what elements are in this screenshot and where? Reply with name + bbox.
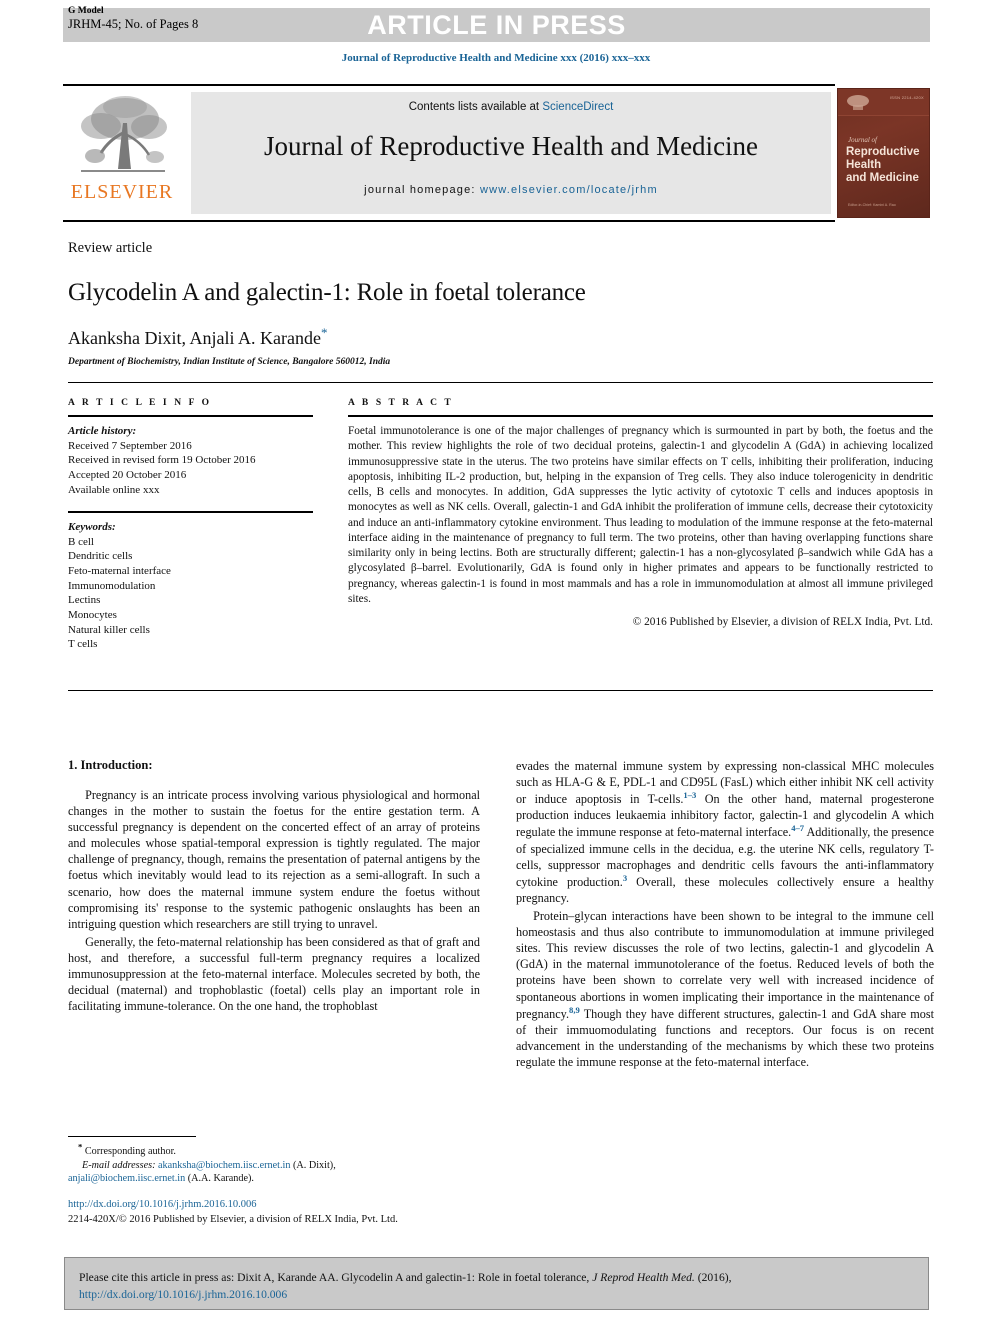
- article-history-label: Article history:: [68, 425, 137, 437]
- keyword-item: Natural killer cells: [68, 623, 150, 636]
- email-owner-1: (A. Dixit),: [290, 1159, 336, 1171]
- para-text: Though they have different structures, g…: [516, 1006, 934, 1069]
- body-right-column: evades the maternal immune system by exp…: [516, 758, 934, 1072]
- doi-link[interactable]: http://dx.doi.org/10.1016/j.jrhm.2016.10…: [68, 1198, 498, 1213]
- article-history-block: Article history: Received 7 September 20…: [68, 424, 313, 497]
- article-page: ARTICLE IN PRESS G Model JRHM-45; No. of…: [0, 0, 992, 1323]
- g-model-label: G Model: [68, 6, 104, 16]
- footnote-text: * Corresponding author. E-mail addresses…: [68, 1142, 480, 1186]
- abstract-bottom-rule: [68, 690, 933, 691]
- sciencedirect-link[interactable]: ScienceDirect: [542, 101, 613, 113]
- paragraph: Pregnancy is an intricate process involv…: [68, 788, 480, 931]
- journal-masthead: ELSEVIER Contents lists available at Sci…: [63, 84, 930, 222]
- issn-copyright-line: 2214-420X/© 2016 Published by Elsevier, …: [68, 1213, 398, 1225]
- citation-journal-abbrev: J Reprod Health Med.: [592, 1271, 695, 1284]
- cover-issn: ISSN 2214-420X: [889, 95, 924, 100]
- keyword-item: B cell: [68, 535, 94, 548]
- cover-title-line1: Reproductive Health: [846, 146, 920, 172]
- corresponding-author-note: Corresponding author.: [84, 1146, 176, 1158]
- contents-prefix: Contents lists available at: [408, 101, 543, 113]
- email-owner-2: (A.A. Karande).: [185, 1173, 254, 1185]
- journal-reference-line[interactable]: Journal of Reproductive Health and Medic…: [0, 52, 992, 64]
- article-info-label: A R T I C L E I N F O: [68, 398, 212, 408]
- keyword-item: Dendritic cells: [68, 550, 133, 563]
- cover-journal-of: Journal of: [848, 136, 877, 144]
- journal-cover-thumbnail: ISSN 2214-420X Journal of Reproductive H…: [837, 88, 930, 218]
- homepage-url-link[interactable]: www.elsevier.com/locate/jrhm: [480, 184, 658, 196]
- elsevier-logo: ELSEVIER: [63, 93, 181, 215]
- email-link-1[interactable]: akanksha@biochem.iisc.ernet.in: [158, 1160, 290, 1171]
- body-left-column: 1. Introduction: Pregnancy is an intrica…: [68, 758, 480, 1016]
- author-list: Akanksha Dixit, Anjali A. Karande*: [68, 325, 933, 349]
- masthead-top-rule: [63, 84, 835, 86]
- abstract-column: A B S T R A C T Foetal immunotolerance i…: [348, 398, 933, 628]
- paragraph: Protein–glycan interactions have been sh…: [516, 908, 934, 1070]
- footnote-marker: *: [78, 1142, 83, 1152]
- abstract-rule: [348, 415, 933, 417]
- cover-title: Reproductive Health and Medicine: [846, 146, 929, 186]
- elsevier-wordmark: ELSEVIER: [70, 181, 174, 203]
- history-item: Received 7 September 2016: [68, 439, 192, 452]
- keywords-label: Keywords:: [68, 521, 116, 534]
- affiliation: Department of Biochemistry, Indian Insti…: [68, 357, 391, 367]
- author-names: Akanksha Dixit, Anjali A. Karande: [68, 328, 321, 348]
- masthead-center-panel: Contents lists available at ScienceDirec…: [191, 92, 831, 214]
- masthead-bottom-rule: [63, 220, 835, 222]
- keywords-block: Keywords: B cell Dendritic cells Feto-ma…: [68, 520, 313, 652]
- title-block: Review article Glycodelin A and galectin…: [68, 240, 933, 367]
- history-item: Received in revised form 19 October 2016: [68, 454, 256, 467]
- keywords-rule: [68, 511, 313, 514]
- keyword-item: Feto-maternal interface: [68, 565, 171, 577]
- footnote-block: * Corresponding author. E-mail addresses…: [68, 1136, 480, 1186]
- citation-doi-link[interactable]: http://dx.doi.org/10.1016/j.jrhm.2016.10…: [79, 1288, 287, 1301]
- homepage-label: journal homepage:: [364, 184, 480, 196]
- citation-ref[interactable]: 8,9: [569, 1005, 580, 1015]
- manuscript-id: JRHM-45; No. of Pages 8: [68, 16, 199, 31]
- citation-box: Please cite this article in press as: Di…: [64, 1257, 929, 1310]
- paragraph: evades the maternal immune system by exp…: [516, 758, 934, 906]
- email-addresses-label: E-mail addresses:: [82, 1159, 156, 1171]
- info-section-top-rule: [68, 382, 933, 383]
- doi-block: http://dx.doi.org/10.1016/j.jrhm.2016.10…: [68, 1198, 498, 1227]
- history-item: Accepted 20 October 2016: [68, 468, 187, 481]
- journal-title: Journal of Reproductive Health and Medic…: [263, 131, 759, 161]
- keyword-item: T cells: [68, 638, 98, 651]
- paragraph: Generally, the feto-maternal relationshi…: [68, 934, 480, 1014]
- article-info-column: A R T I C L E I N F O Article history: R…: [68, 398, 313, 652]
- abstract-copyright: © 2016 Published by Elsevier, a division…: [632, 616, 933, 628]
- article-type: Review article: [68, 240, 153, 256]
- abstract-label: A B S T R A C T: [348, 398, 454, 408]
- manuscript-id-block: G Model JRHM-45; No. of Pages 8: [68, 6, 198, 31]
- cover-footer: Editor-in-Chief: Kamini A. Rao: [848, 203, 896, 207]
- article-info-rule: [68, 415, 313, 417]
- footnote-rule: [68, 1136, 196, 1137]
- citation-year: (2016),: [694, 1271, 732, 1284]
- abstract-text: Foetal immunotolerance is one of the maj…: [348, 425, 933, 605]
- section-heading-introduction: 1. Introduction:: [68, 758, 153, 772]
- citation-prefix: Please cite this article in press as: Di…: [79, 1271, 593, 1284]
- corresponding-author-marker[interactable]: *: [321, 325, 328, 340]
- citation-text: Please cite this article in press as: Di…: [79, 1269, 918, 1304]
- keyword-item: Immunomodulation: [68, 579, 156, 592]
- page-title: Glycodelin A and galectin-1: Role in foe…: [68, 279, 586, 306]
- keyword-item: Monocytes: [68, 608, 117, 621]
- keyword-item: Lectins: [68, 594, 101, 607]
- email-link-2[interactable]: anjali@biochem.iisc.ernet.in: [68, 1173, 185, 1184]
- citation-ref[interactable]: 1–3: [683, 790, 696, 800]
- citation-ref[interactable]: 4–7: [791, 823, 804, 833]
- cover-title-line2: and Medicine: [846, 172, 919, 185]
- journal-homepage-line: journal homepage: www.elsevier.com/locat…: [191, 184, 831, 196]
- history-item: Available online xxx: [68, 483, 160, 496]
- cover-elsevier-icon: [847, 95, 869, 110]
- contents-available-line: Contents lists available at ScienceDirec…: [191, 101, 831, 113]
